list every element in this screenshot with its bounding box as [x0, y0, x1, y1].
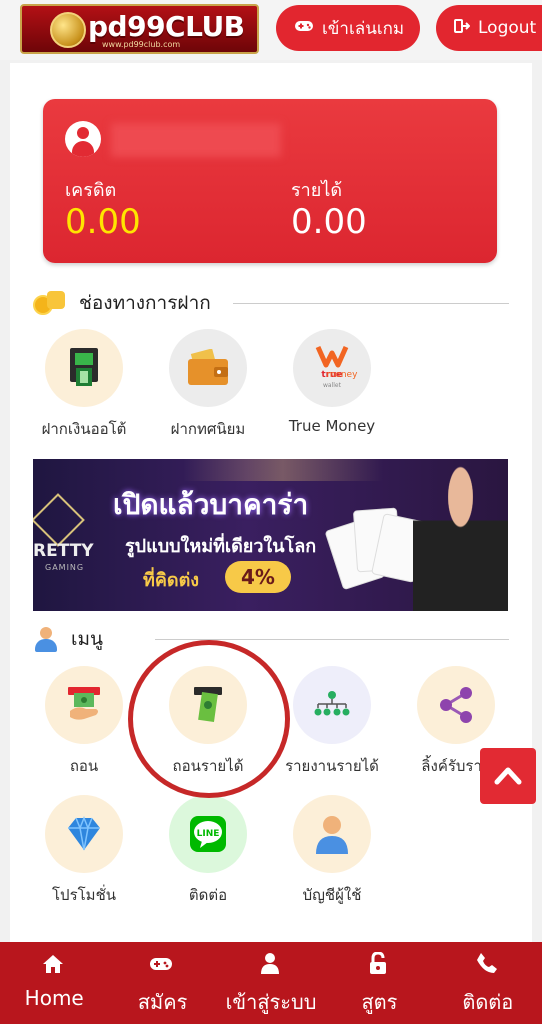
banner-model-image [413, 459, 508, 611]
home-icon [0, 942, 108, 982]
nav-register-label: สมัคร [137, 990, 188, 1014]
truemoney-icon: true.moneywallet [293, 329, 371, 407]
play-game-button[interactable]: เข้าเล่นเกม [276, 5, 420, 51]
svg-text:wallet: wallet [323, 382, 342, 389]
promotion-item[interactable]: โปรโมชั่น [19, 795, 149, 907]
coins-icon [33, 291, 67, 315]
nav-formula[interactable]: สูตร [325, 942, 433, 1024]
income-label: รายได้ [291, 180, 343, 201]
banner-promo-pct: 4% [225, 561, 291, 593]
share-icon [417, 666, 495, 744]
nav-contact[interactable]: ติดต่อ [434, 942, 542, 1024]
nav-login[interactable]: เข้าสู่ระบบ [217, 942, 325, 1024]
top-bar: pd99CLUB www.pd99club.com เข้าเล่นเกม Lo… [0, 0, 542, 60]
user-account-item[interactable]: บัญชีผู้ใช้ [267, 795, 397, 907]
logo-url: www.pd99club.com [102, 40, 181, 49]
logo-coin-icon [50, 12, 86, 48]
credit-value: 0.00 [65, 202, 141, 242]
gamepad-icon [108, 942, 216, 982]
contact-label: ติดต่อ [188, 886, 228, 904]
banner-subline: รูปแบบใหม่ที่เดียวในโลก [125, 536, 317, 557]
playing-cards-image [324, 503, 427, 593]
logout-icon [454, 18, 471, 38]
income-withdraw-icon [169, 666, 247, 744]
nav-formula-label: สูตร [361, 990, 398, 1014]
logo-text: pd99CLUB [88, 10, 245, 43]
true-money-item[interactable]: true.moneywallet True Money [267, 329, 397, 435]
divider [232, 302, 509, 304]
person-icon [33, 626, 59, 652]
banner-brand: RETTY [33, 541, 94, 561]
true-money-label: True Money [288, 417, 376, 435]
banner-brand-sub: GAMING [45, 563, 85, 572]
menu-section-header: เมนู [33, 624, 509, 654]
income-withdraw-label: ถอนรายได้ [172, 757, 244, 775]
banner-promo-text: ที่คิดต่ง [143, 570, 200, 591]
logout-label: Logout [478, 18, 537, 38]
svg-text:LINE: LINE [197, 829, 220, 839]
withdraw-label: ถอน [69, 757, 99, 775]
income-withdraw-item[interactable]: ถอนรายได้ [143, 666, 273, 778]
line-icon: LINE [169, 795, 247, 873]
banner-headline: เปิดแล้วบาคาร่า [113, 488, 309, 521]
atm-icon [45, 329, 123, 407]
wallet-icon [169, 329, 247, 407]
username-redacted [111, 123, 281, 157]
svg-text:money: money [327, 370, 359, 380]
deposit-auto-label: ฝากเงินออโต้ [41, 420, 127, 438]
income-value: 0.00 [291, 202, 367, 242]
nav-login-label: เข้าสู่ระบบ [225, 990, 317, 1014]
promo-banner[interactable]: RETTY GAMING เปิดแล้วบาคาร่า รูปแบบใหม่ท… [33, 459, 508, 611]
menu-section-title: เมนู [71, 628, 104, 650]
nav-register[interactable]: สมัคร [108, 942, 216, 1024]
banner-sparkle [183, 459, 383, 481]
logout-button[interactable]: Logout [436, 5, 542, 51]
scroll-to-top-button[interactable] [480, 748, 536, 804]
spade-logo-icon [33, 493, 85, 547]
income-report-item[interactable]: รายงานรายได้ [267, 666, 397, 778]
withdraw-item[interactable]: ถอน [19, 666, 149, 778]
lock-icon [325, 942, 433, 982]
deposit-decimal-item[interactable]: ฝากทศนิยม [143, 329, 273, 441]
cash-withdraw-icon [45, 666, 123, 744]
user-account-label: บัญชีผู้ใช้ [302, 886, 362, 904]
balance-card: เครดิต รายได้ 0.00 0.00 [43, 99, 497, 263]
network-icon [293, 666, 371, 744]
chevron-up-icon [494, 767, 522, 785]
avatar-icon [65, 121, 101, 157]
gamepad-icon [294, 19, 314, 37]
deposit-section-header: ช่องทางการฝาก [33, 288, 509, 318]
deposit-decimal-label: ฝากทศนิยม [170, 420, 246, 438]
deposit-auto-item[interactable]: ฝากเงินออโต้ [19, 329, 149, 441]
deposit-section-title: ช่องทางการฝาก [79, 292, 211, 314]
credit-label: เครดิต [65, 180, 117, 201]
divider [155, 638, 509, 640]
promotion-label: โปรโมชั่น [51, 886, 116, 904]
site-logo[interactable]: pd99CLUB www.pd99club.com [20, 4, 259, 54]
phone-icon [434, 942, 542, 982]
user-account-icon [293, 795, 371, 873]
contact-item[interactable]: LINE ติดต่อ [143, 795, 273, 907]
play-game-label: เข้าเล่นเกม [322, 18, 405, 39]
diamond-icon [45, 795, 123, 873]
nav-home[interactable]: Home [0, 942, 108, 1024]
nav-contact-label: ติดต่อ [462, 990, 514, 1014]
bottom-nav: Home สมัคร เข้าสู่ระบบ สูตร ติดต่อ [0, 942, 542, 1024]
user-icon [217, 942, 325, 982]
income-report-label: รายงานรายได้ [285, 757, 379, 775]
nav-home-label: Home [24, 986, 84, 1010]
